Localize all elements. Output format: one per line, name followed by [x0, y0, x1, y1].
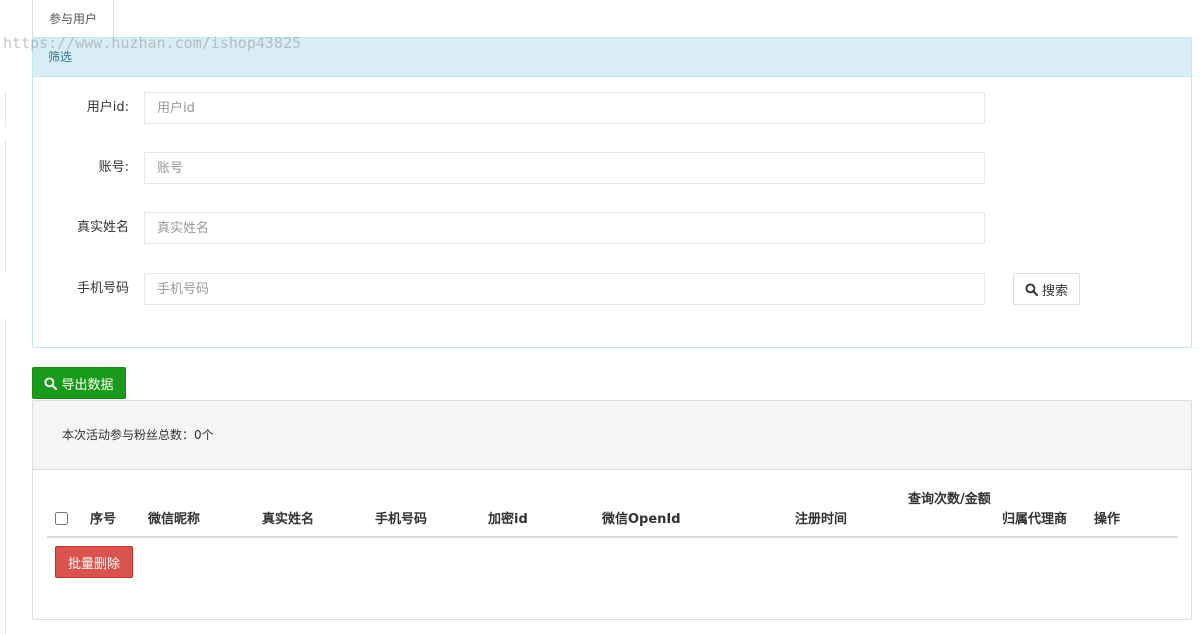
participant-count-summary: 本次活动参与粉丝总数：0个	[33, 401, 1191, 470]
select-all-checkbox[interactable]	[55, 512, 68, 525]
search-button[interactable]: 搜索	[1013, 273, 1080, 305]
account-label: 账号:	[98, 160, 129, 175]
user-id-input[interactable]	[144, 92, 985, 124]
left-rail-segment	[0, 318, 6, 634]
real-name-input[interactable]	[144, 212, 985, 244]
column-header-actions: 操作	[1094, 512, 1121, 527]
tab-participants[interactable]: 参与用户	[32, 0, 114, 37]
search-button-label: 搜索	[1041, 283, 1068, 299]
real-name-label: 真实姓名	[76, 220, 129, 235]
form-row-account: 账号:	[33, 152, 1191, 184]
user-id-label: 用户id:	[86, 100, 129, 115]
batch-delete-button[interactable]: 批量删除	[55, 546, 133, 578]
tab-participants-label: 参与用户	[48, 12, 97, 26]
export-data-button-label: 导出数据	[61, 377, 114, 393]
form-row-user-id: 用户id:	[33, 92, 1191, 124]
left-rail-segment	[0, 92, 6, 127]
participants-list-panel: 本次活动参与粉丝总数：0个 序号 微信昵称 真实姓名 手机号码 加密id 微信O…	[32, 400, 1192, 620]
search-icon	[44, 376, 58, 390]
form-row-phone: 手机号码 搜索	[33, 273, 1191, 305]
filter-panel: 筛选 用户id: 账号: 真实姓名 手机号码 搜索	[32, 37, 1192, 348]
form-row-real-name: 真实姓名	[33, 212, 1191, 244]
search-icon	[1025, 282, 1038, 296]
export-data-button[interactable]: 导出数据	[32, 367, 126, 399]
column-header-phone: 手机号码	[375, 512, 428, 527]
phone-input[interactable]	[144, 273, 985, 305]
column-header-wechat-nickname: 微信昵称	[148, 512, 201, 527]
account-input[interactable]	[144, 152, 985, 184]
column-header-agent: 归属代理商	[1002, 512, 1068, 527]
column-header-register-time: 注册时间	[795, 512, 848, 527]
left-rail	[0, 0, 6, 634]
column-header-query-count-amount: 查询次数/金额	[908, 492, 991, 507]
phone-label: 手机号码	[76, 281, 129, 296]
left-rail-segment	[0, 140, 6, 272]
table-header-row: 序号 微信昵称 真实姓名 手机号码 加密id 微信OpenId 注册时间 查询次…	[47, 489, 1178, 538]
column-header-encrypted-id: 加密id	[488, 512, 528, 527]
batch-delete-button-label: 批量删除	[67, 556, 120, 572]
column-header-real-name: 真实姓名	[262, 512, 315, 527]
column-header-wechat-openid: 微信OpenId	[602, 512, 681, 527]
column-header-index: 序号	[90, 512, 117, 527]
